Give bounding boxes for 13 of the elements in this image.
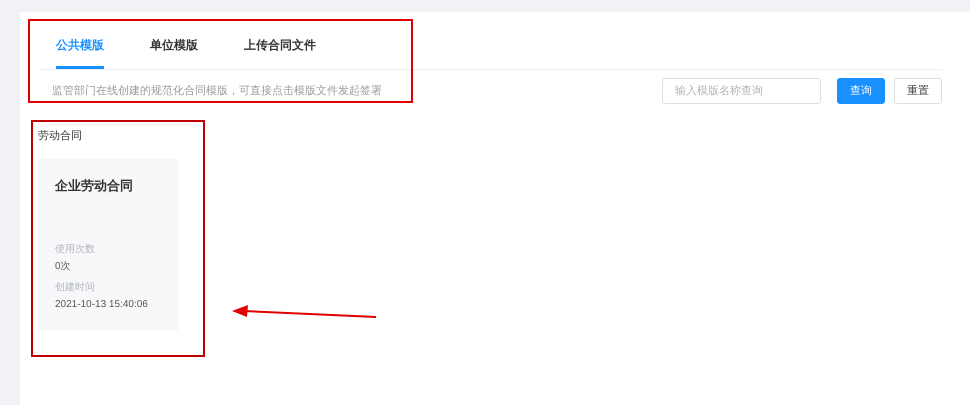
tab[interactable]: 单位模版 [150,36,198,69]
search-field[interactable]: 输入模版名称查询 [662,78,821,104]
tab[interactable]: 上传合同文件 [244,36,316,69]
card-title: 企业劳动合同 [55,177,134,195]
reset-button[interactable]: 重置 [894,78,942,104]
field-label: 创建时间 [55,280,96,294]
field-value: 0次 [55,260,72,274]
template-card[interactable]: 企业劳动合同 使用次数 0次 创建时间 2021-10-13 15:40:06 [38,159,178,331]
field-value: 2021-10-13 15:40:06 [55,298,149,312]
description-text: 监管部门在线创建的规范化合同模版，可直接点击模版文件发起签署 [52,84,383,99]
arrow-icon [230,302,378,320]
section-title: 劳动合同 [38,129,82,144]
field-label: 使用次数 [55,242,96,256]
